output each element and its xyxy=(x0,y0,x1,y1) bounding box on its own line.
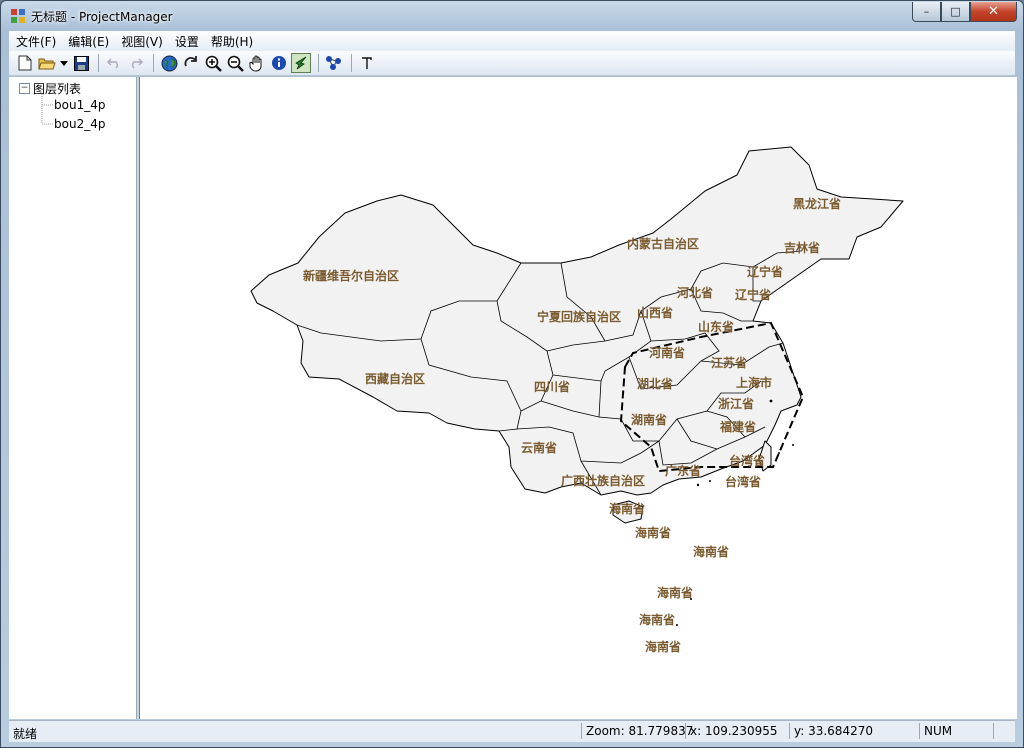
maximize-button[interactable]: □ xyxy=(941,2,970,22)
toolbar-separator xyxy=(318,54,319,72)
menu-settings[interactable]: 设置 xyxy=(168,33,204,50)
network-icon[interactable] xyxy=(324,53,344,73)
caption-buttons: – □ ✕ xyxy=(912,2,1017,22)
map-label: 湖北省 xyxy=(637,376,673,391)
select-tool-icon[interactable] xyxy=(291,53,311,73)
new-file-icon[interactable] xyxy=(15,53,35,73)
redo-icon[interactable] xyxy=(126,53,146,73)
map-label: 河北省 xyxy=(676,285,713,300)
app-icon xyxy=(11,9,25,23)
status-empty xyxy=(993,723,1016,739)
pan-hand-icon[interactable] xyxy=(247,53,267,73)
globe-icon[interactable] xyxy=(159,53,179,73)
toolbar-separator xyxy=(98,54,99,72)
zoom-in-icon[interactable] xyxy=(203,53,223,73)
map-label: 山东省 xyxy=(698,319,734,334)
map-label: 海南省 xyxy=(635,525,671,540)
status-y: y: 33.684270 xyxy=(789,723,873,739)
map-label: 海南省 xyxy=(693,544,729,559)
menu-file[interactable]: 文件(F) xyxy=(9,33,61,50)
undo-icon[interactable] xyxy=(104,53,124,73)
map-label: 广西壮族自治区 xyxy=(561,473,645,488)
open-folder-icon[interactable] xyxy=(37,53,57,73)
refresh-icon[interactable] xyxy=(181,53,201,73)
layer-item[interactable]: bou1_4p xyxy=(54,98,105,112)
text-tool-icon[interactable] xyxy=(357,53,377,73)
map-label: 西藏自治区 xyxy=(365,371,425,386)
status-ready: 就绪 xyxy=(13,727,38,741)
menu-view[interactable]: 视图(V) xyxy=(114,33,168,50)
map-label: 辽宁省 xyxy=(747,264,783,279)
map-label: 湖南省 xyxy=(631,412,667,427)
map-label: 台湾省 xyxy=(729,453,765,468)
save-icon[interactable] xyxy=(71,53,91,73)
status-zoom: Zoom: 81.779837 xyxy=(581,723,693,739)
toolbar xyxy=(9,51,1015,76)
map-label: 内蒙古自治区 xyxy=(627,236,699,251)
status-x: x: 109.230955 xyxy=(685,723,778,739)
map-label: 浙江省 xyxy=(718,396,754,411)
zoom-out-icon[interactable] xyxy=(225,53,245,73)
map-label: 辽宁省 xyxy=(735,287,771,302)
map-label: 台湾省 xyxy=(725,474,761,489)
map-label: 广东省 xyxy=(665,463,701,478)
map-label: 江苏省 xyxy=(711,355,747,370)
menu-help[interactable]: 帮助(H) xyxy=(204,33,258,50)
map-label: 四川省 xyxy=(534,379,570,394)
menu-bar: 文件(F) 编辑(E) 视图(V) 设置 帮助(H) xyxy=(9,31,1015,51)
map-label: 宁夏回族自治区 xyxy=(537,309,621,324)
map-label: 海南省 xyxy=(639,612,675,627)
window-title: 无标题 - ProjectManager xyxy=(31,10,173,24)
map-label: 云南省 xyxy=(521,440,557,455)
china-map[interactable]: 黑龙江省 内蒙古自治区 吉林省 辽宁省 新疆维吾尔自治区 河北省 辽宁省 宁夏回… xyxy=(140,77,1017,719)
map-label: 新疆维吾尔自治区 xyxy=(303,268,399,283)
menu-edit[interactable]: 编辑(E) xyxy=(61,33,114,50)
close-button[interactable]: ✕ xyxy=(970,2,1017,22)
layer-item[interactable]: bou2_4p xyxy=(54,117,105,131)
map-label: 上海市 xyxy=(736,375,772,390)
map-label: 海南省 xyxy=(609,501,645,516)
collapse-icon[interactable]: − xyxy=(19,83,30,94)
map-label: 山西省 xyxy=(637,305,673,320)
minimize-button[interactable]: – xyxy=(912,2,941,22)
status-num: NUM xyxy=(919,723,952,739)
map-label: 河南省 xyxy=(648,345,685,360)
tree-root[interactable]: − 图层列表 xyxy=(19,80,81,97)
map-label: 海南省 xyxy=(657,585,693,600)
layer-tree-panel: − 图层列表 bou1_4p bou2_4p xyxy=(9,77,137,719)
map-label: 福建省 xyxy=(719,419,756,434)
map-label: 吉林省 xyxy=(784,240,820,255)
toolbar-separator xyxy=(351,54,352,72)
map-label: 海南省 xyxy=(645,639,681,654)
map-label: 黑龙江省 xyxy=(793,196,841,211)
map-canvas[interactable]: 黑龙江省 内蒙古自治区 吉林省 辽宁省 新疆维吾尔自治区 河北省 辽宁省 宁夏回… xyxy=(140,77,1017,719)
info-icon[interactable] xyxy=(269,53,289,73)
title-bar[interactable]: 无标题 - ProjectManager – □ ✕ xyxy=(1,1,1023,31)
status-bar: 就绪 Zoom: 81.779837 x: 109.230955 y: 33.6… xyxy=(9,720,1015,742)
toolbar-separator xyxy=(153,54,154,72)
application-window: 无标题 - ProjectManager – □ ✕ 文件(F) 编辑(E) 视… xyxy=(0,0,1024,748)
dropdown-arrow-icon[interactable] xyxy=(59,53,69,73)
tree-root-label: 图层列表 xyxy=(33,82,82,96)
